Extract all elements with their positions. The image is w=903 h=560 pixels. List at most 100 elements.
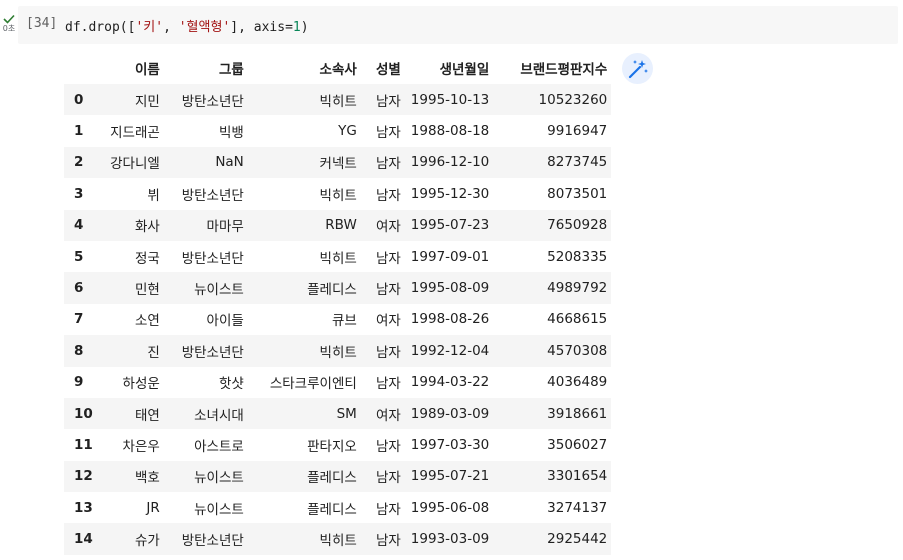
code-string: '혈액형' [178,20,231,35]
table-row: 6 민현 뉴이스트 플레디스 남자 1995-08-09 4989792 [64,272,612,304]
row-index: 8 [74,342,84,359]
cell-agency: 빅히트 [319,93,357,110]
table-row: 7 소연 아이들 큐브 여자 1998-08-26 4668615 [64,303,612,336]
cell-sex: 남자 [375,250,401,267]
cell-agency: 빅히트 [319,344,357,361]
execution-time: 0초 [2,24,16,33]
cell-birthdate: 1995-10-13 [410,91,490,108]
table-row: 12 백호 뉴이스트 플레디스 남자 1995-07-21 3301654 [64,460,612,493]
cell-group: 마마무 [206,219,244,236]
cell-group: 방탄소년단 [181,250,244,267]
row-index: 3 [74,185,84,202]
code-token: ], axis= [230,20,293,35]
column-header-sex: 성별 [375,62,401,78]
cell-name: 강다니엘 [110,156,160,173]
cell-sex: 남자 [375,501,401,518]
row-index: 10 [74,405,93,422]
cell-agency: 스타크루이엔티 [269,376,357,393]
cell-name: 화사 [134,219,160,236]
cell-brand-index: 3301654 [547,468,608,485]
cell-birthdate: 1995-07-21 [410,468,490,485]
cell-name: 백호 [134,470,160,487]
cell-group: 뉴이스트 [194,282,244,299]
cell-group: 빅뱅 [218,125,244,142]
cell-name: 하성운 [122,376,160,393]
column-header-birthdate: 생년월일 [439,62,490,78]
cell-group: 소녀시대 [194,407,244,424]
code-cell[interactable]: [34] df.drop(['키', '혈액형'], axis=1) [18,6,898,44]
table-header-row: 이름 그룹 소속사 성별 생년월일 브랜드평판지수 [64,52,611,84]
row-index: 6 [74,280,84,297]
row-index: 2 [74,154,84,171]
cell-brand-index: 7650928 [547,217,608,234]
row-index: 4 [74,217,84,234]
cell-group: 뉴이스트 [194,501,244,518]
cell-birthdate: 1994-03-22 [410,374,490,391]
table-row: 1 지드래곤 빅뱅 YG 남자 1988-08-18 9916947 [64,115,612,147]
magic-wand-icon [628,59,648,78]
cell-run-status[interactable]: 0초 [0,14,18,34]
column-header-name: 이름 [134,62,160,78]
row-index: 9 [74,374,84,391]
row-index: 14 [74,531,93,548]
cell-group: 방탄소년단 [181,533,244,550]
column-header-brand-index: 브랜드평판지수 [520,62,608,78]
cell-birthdate: 1988-08-18 [410,123,490,140]
cell-sex: 남자 [375,470,401,487]
cell-sex: 남자 [375,282,401,299]
cell-group: 방탄소년단 [181,344,244,361]
cell-sex: 여자 [375,313,401,330]
cell-brand-index: 5208335 [547,248,608,265]
cell-name: 소연 [134,313,160,330]
table-row: 2 강다니엘 NaN 커넥트 남자 1996-12-10 8273745 [64,146,612,179]
cell-brand-index: 8273745 [547,154,608,171]
cell-agency: 빅히트 [319,250,357,267]
cell-agency: YG [338,123,357,140]
cell-sex: 여자 [375,407,401,424]
cell-name: 차은우 [122,438,160,455]
column-header-group: 그룹 [218,62,244,78]
cell-agency: 플레디스 [307,470,357,487]
cell-brand-index: 4036489 [547,374,608,391]
table-row: 10 태연 소녀시대 SM 여자 1989-03-09 3918661 [64,397,612,430]
table-row: 4 화사 마마무 RBW 여자 1995-07-23 7650928 [64,209,612,241]
cell-agency: SM [336,405,357,422]
table-row: 14 슈가 방탄소년단 빅히트 남자 1993-03-09 2925442 [64,523,612,555]
code-string: '키' [135,20,164,35]
row-index: 12 [74,468,93,485]
cell-birthdate: 1996-12-10 [410,154,490,171]
cell-agency: 플레디스 [307,501,357,518]
table-row: 9 하성운 핫샷 스타크루이엔티 남자 1994-03-22 4036489 [64,366,612,398]
cell-group: 아이들 [206,313,244,330]
execution-count: [34] [26,16,58,31]
cell-brand-index: 4668615 [547,311,608,328]
cell-birthdate: 1993-03-09 [410,531,490,548]
row-index: 0 [74,91,84,108]
dataframe-table: 이름 그룹 소속사 성별 생년월일 브랜드평판지수 0 지민 방탄소년단 빅히트 남자 1… [64,52,612,555]
cell-brand-index: 10523260 [538,91,608,108]
cell-agency: 빅히트 [319,187,357,204]
cell-agency: 플레디스 [307,282,357,299]
cell-agency: 큐브 [331,313,357,330]
cell-name: 지민 [134,93,160,110]
table-row: 13 JR 뉴이스트 플레디스 남자 1995-06-08 3274137 [64,492,612,524]
cell-brand-index: 8073501 [547,185,608,202]
cell-birthdate: 1997-09-01 [410,248,490,265]
cell-birthdate: 1995-07-23 [410,217,490,234]
magic-wand-button[interactable] [622,53,653,84]
row-index: 1 [74,123,84,140]
cell-sex: 남자 [375,187,401,204]
code-editor-line[interactable]: df.drop(['키', '혈액형'], axis=1) [65,16,309,35]
cell-name: 진 [147,344,160,361]
cell-brand-index: 3274137 [547,499,608,516]
cell-name: 태연 [134,407,160,424]
cell-group: 아스트로 [194,438,244,455]
table-row: 3 뷔 방탄소년단 빅히트 남자 1995-12-30 8073501 [64,178,612,210]
check-icon [3,14,15,24]
cell-group: 핫샷 [218,376,244,393]
cell-sex: 남자 [375,376,401,393]
cell-birthdate: 1998-08-26 [410,311,490,328]
cell-group: 방탄소년단 [181,187,244,204]
cell-birthdate: 1997-03-30 [410,436,490,453]
code-number: 1 [292,20,301,35]
